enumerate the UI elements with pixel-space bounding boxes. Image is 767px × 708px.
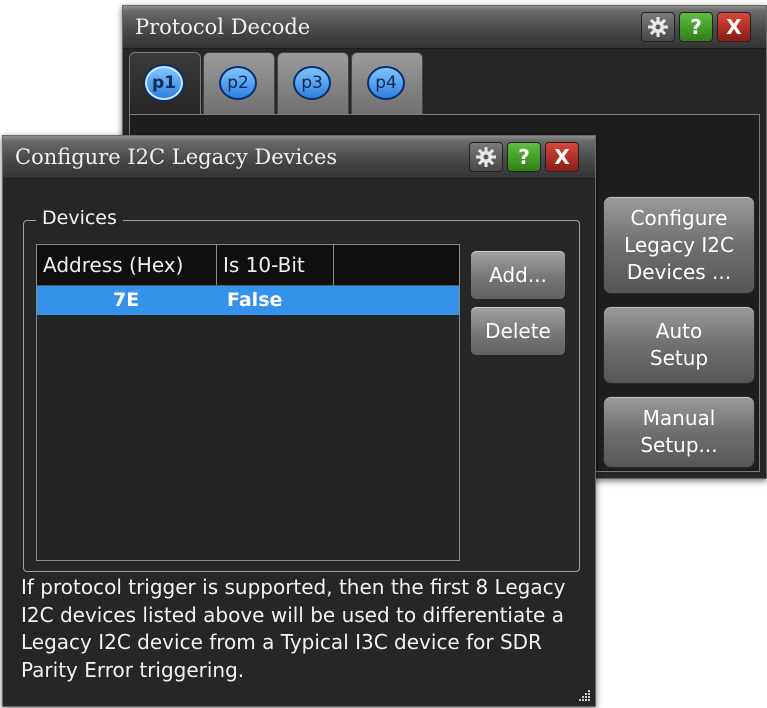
resize-grip-icon[interactable]	[577, 688, 591, 702]
dialog-titlebar[interactable]: Configure I2C Legacy Devices ? X	[3, 136, 595, 179]
tab-label-p1: p1	[145, 66, 183, 100]
close-icon[interactable]: X	[545, 142, 579, 172]
column-header-is-10bit[interactable]: Is 10-Bit	[217, 245, 334, 285]
dialog-title: Configure I2C Legacy Devices	[15, 145, 338, 169]
configure-legacy-i2c-button[interactable]: Configure Legacy I2C Devices ...	[603, 196, 755, 294]
window-title: Protocol Decode	[135, 15, 311, 39]
close-icon[interactable]: X	[717, 12, 751, 42]
configure-i2c-dialog: Configure I2C Legacy Devices ? X Devices…	[2, 135, 596, 707]
table-row[interactable]: 7E False	[37, 286, 459, 315]
devices-table[interactable]: Address (Hex) Is 10-Bit 7E False	[36, 244, 460, 561]
tab-p2[interactable]: p2	[203, 52, 275, 115]
help-icon[interactable]: ?	[507, 142, 541, 172]
table-header: Address (Hex) Is 10-Bit	[37, 245, 459, 286]
devices-groupbox: Devices Address (Hex) Is 10-Bit 7E False…	[23, 207, 580, 572]
tab-p3[interactable]: p3	[277, 52, 349, 115]
tab-p1[interactable]: p1	[129, 52, 201, 115]
devices-group-label: Devices	[36, 207, 123, 229]
tab-p4[interactable]: p4	[351, 52, 423, 115]
column-header-address[interactable]: Address (Hex)	[37, 245, 217, 285]
manual-setup-button[interactable]: Manual Setup...	[603, 396, 755, 468]
gear-icon[interactable]	[641, 12, 675, 42]
delete-button[interactable]: Delete	[470, 306, 566, 356]
cell-address: 7E	[113, 289, 140, 311]
info-text: If protocol trigger is supported, then t…	[21, 575, 566, 682]
tab-label-p3: p3	[293, 66, 331, 100]
help-icon[interactable]: ?	[679, 12, 713, 42]
gear-icon[interactable]	[469, 142, 503, 172]
add-button[interactable]: Add...	[470, 250, 566, 300]
tab-label-p2: p2	[219, 66, 257, 100]
auto-setup-button[interactable]: Auto Setup	[603, 306, 755, 384]
tab-label-p4: p4	[367, 66, 405, 100]
cell-is-10bit: False	[227, 289, 283, 311]
protocol-decode-titlebar[interactable]: Protocol Decode ? X	[123, 6, 766, 49]
